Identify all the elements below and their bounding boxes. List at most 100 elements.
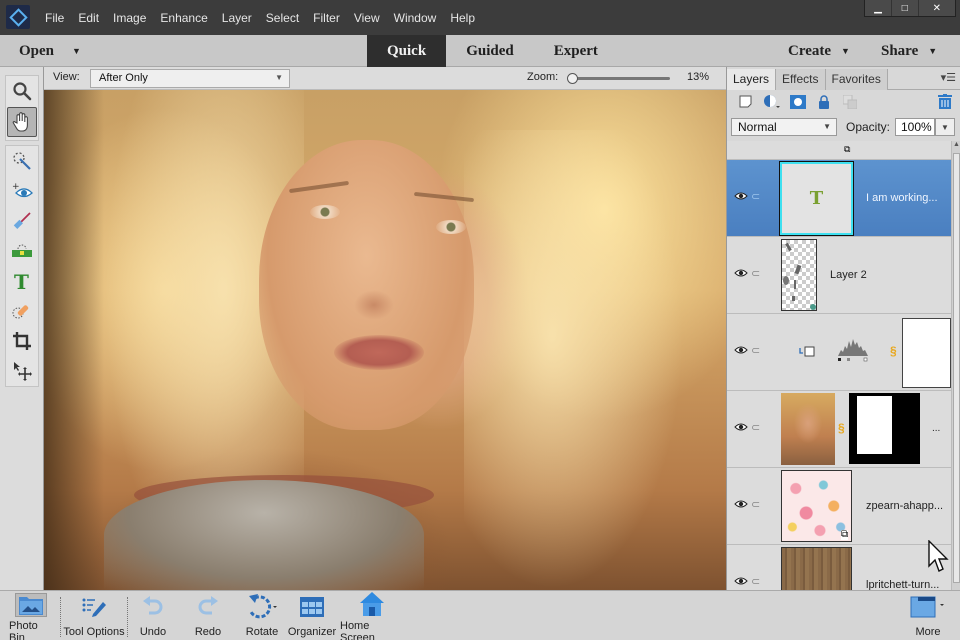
layer-row[interactable]: ⊂ §	[727, 314, 951, 391]
eye-icon[interactable]	[734, 576, 748, 586]
link-icon[interactable]: ⊂	[751, 498, 760, 511]
tab-effects[interactable]: Effects	[776, 69, 826, 90]
whiten-teeth-tool[interactable]	[6, 206, 38, 236]
red-eye-tool[interactable]: +	[6, 176, 38, 206]
view-dropdown[interactable]: After Only ▼	[90, 69, 290, 88]
photoshop-elements-window: File Edit Image Enhance Layer Select Fil…	[0, 0, 960, 640]
mask-link-icon[interactable]: §	[838, 421, 845, 435]
link-icon[interactable]: ⊂	[751, 267, 760, 280]
menu-layer[interactable]: Layer	[215, 11, 259, 25]
zoom-slider[interactable]	[567, 73, 670, 84]
mask-link-icon[interactable]: §	[890, 344, 897, 358]
open-button[interactable]: Open ▼	[19, 35, 81, 67]
lock-transparent-button[interactable]	[837, 93, 863, 111]
menu-image[interactable]: Image	[106, 11, 153, 25]
layer-row[interactable]: ⊂ T I am working...	[727, 160, 951, 237]
menu-window[interactable]: Window	[387, 11, 444, 25]
tab-favorites[interactable]: Favorites	[825, 69, 888, 90]
layer-row[interactable]: ⊂ § ...	[727, 391, 951, 468]
eye-icon[interactable]	[734, 268, 748, 278]
menu-filter[interactable]: Filter	[306, 11, 347, 25]
layer-row[interactable]: ⊂ Layer 2	[727, 237, 951, 314]
share-label: Share	[881, 42, 919, 59]
layer-name[interactable]: zpearn-ahapp...	[866, 500, 943, 512]
layer-name[interactable]: lpritchett-turn...	[866, 579, 939, 590]
menu-view[interactable]: View	[347, 11, 387, 25]
rotate-button[interactable]: Rotate	[240, 591, 284, 640]
layer-row[interactable]: ⊂ ⧉ zpearn-ahapp...	[727, 468, 951, 545]
maximize-button[interactable]: □	[892, 0, 919, 16]
levels-histogram-icon	[838, 339, 868, 362]
opacity-input[interactable]: 100%	[895, 118, 935, 136]
layer-mask-button[interactable]	[785, 93, 811, 111]
tool-options-button[interactable]: Tool Options	[62, 591, 126, 640]
tab-layers[interactable]: Layers	[727, 69, 777, 90]
spot-healing-tool[interactable]	[6, 296, 38, 326]
new-layer-button[interactable]	[733, 93, 759, 111]
undo-button[interactable]: Undo	[133, 591, 173, 640]
layer-thumbnail	[781, 547, 852, 590]
redo-button[interactable]: Redo	[188, 591, 228, 640]
mode-tabs: Quick Guided Expert	[367, 35, 618, 67]
quick-selection-tool[interactable]	[6, 146, 38, 176]
view-tools-group	[5, 75, 39, 141]
eye-icon[interactable]	[734, 422, 748, 432]
layer-mask-icon	[790, 95, 806, 109]
move-tool[interactable]	[6, 356, 38, 386]
menu-enhance[interactable]: Enhance	[153, 11, 214, 25]
layer-row[interactable]: ⊂ lpritchett-turn...	[727, 545, 951, 590]
link-icon[interactable]: ⊂	[751, 344, 760, 357]
share-button[interactable]: Share ▼	[881, 35, 937, 67]
hand-tool[interactable]	[7, 107, 37, 137]
layers-list: ⧉ ⊂ T I am working... ⊂ Layer 2 ⊂ § ⊂ § …	[727, 141, 951, 590]
zoom-tool[interactable]	[6, 76, 38, 106]
organizer-button[interactable]: Organizer	[287, 591, 337, 640]
layer-row[interactable]: ⧉	[727, 141, 951, 160]
blend-mode-dropdown[interactable]: Normal ▼	[731, 118, 837, 136]
photo-bin-button[interactable]: Photo Bin	[9, 591, 53, 640]
tool-options-icon	[82, 598, 106, 617]
blend-mode-value: Normal	[738, 120, 777, 134]
link-icon[interactable]: ⊂	[751, 190, 760, 203]
layers-scrollbar[interactable]: ▲	[951, 141, 960, 590]
scroll-up-icon[interactable]: ▲	[953, 141, 960, 148]
home-screen-button[interactable]: Home Screen	[340, 591, 404, 640]
link-icon[interactable]: ⊂	[751, 575, 760, 588]
layer-name[interactable]: I am working...	[866, 192, 938, 204]
menu-file[interactable]: File	[38, 11, 71, 25]
mode-bar: Open ▼ Quick Guided Expert Create ▼ Shar…	[0, 35, 960, 67]
tab-expert[interactable]: Expert	[534, 35, 618, 67]
opacity-label: Opacity:	[846, 120, 891, 134]
tab-quick[interactable]: Quick	[367, 35, 447, 67]
eye-icon[interactable]	[734, 345, 748, 355]
zoom-slider-handle[interactable]	[567, 73, 578, 84]
type-tool[interactable]: T	[6, 266, 38, 296]
straighten-tool[interactable]	[6, 236, 38, 266]
bottom-bar: Photo Bin Tool Options Undo Redo Rotate …	[0, 590, 960, 640]
close-button[interactable]: ✕	[919, 0, 955, 16]
delete-layer-button[interactable]	[938, 94, 952, 114]
image-canvas[interactable]	[44, 90, 726, 590]
adjustment-layer-button[interactable]	[759, 93, 785, 111]
opacity-dropdown-button[interactable]: ▼	[935, 118, 955, 136]
crop-tool[interactable]	[6, 326, 38, 356]
more-panels-icon	[910, 596, 944, 618]
brush-icon	[13, 212, 31, 229]
eye-icon[interactable]	[734, 499, 748, 509]
more-button[interactable]: More	[908, 591, 948, 640]
minimize-button[interactable]: ▁	[865, 0, 892, 16]
create-button[interactable]: Create ▼	[788, 35, 850, 67]
layer-name[interactable]: ...	[932, 423, 940, 434]
chevron-down-icon[interactable]: ▼	[72, 46, 81, 56]
link-icon[interactable]: ⊂	[751, 421, 760, 434]
layer-name[interactable]: Layer 2	[830, 269, 867, 281]
scrollbar-thumb[interactable]	[953, 153, 960, 583]
menu-edit[interactable]: Edit	[71, 11, 106, 25]
menu-help[interactable]: Help	[443, 11, 482, 25]
smart-object-icon: ⧉	[841, 529, 849, 540]
menu-select[interactable]: Select	[259, 11, 306, 25]
tab-guided[interactable]: Guided	[446, 35, 534, 67]
eye-icon[interactable]	[734, 191, 748, 201]
panel-menu-icon[interactable]: ▾☰	[941, 71, 956, 84]
lock-all-button[interactable]	[811, 93, 837, 111]
